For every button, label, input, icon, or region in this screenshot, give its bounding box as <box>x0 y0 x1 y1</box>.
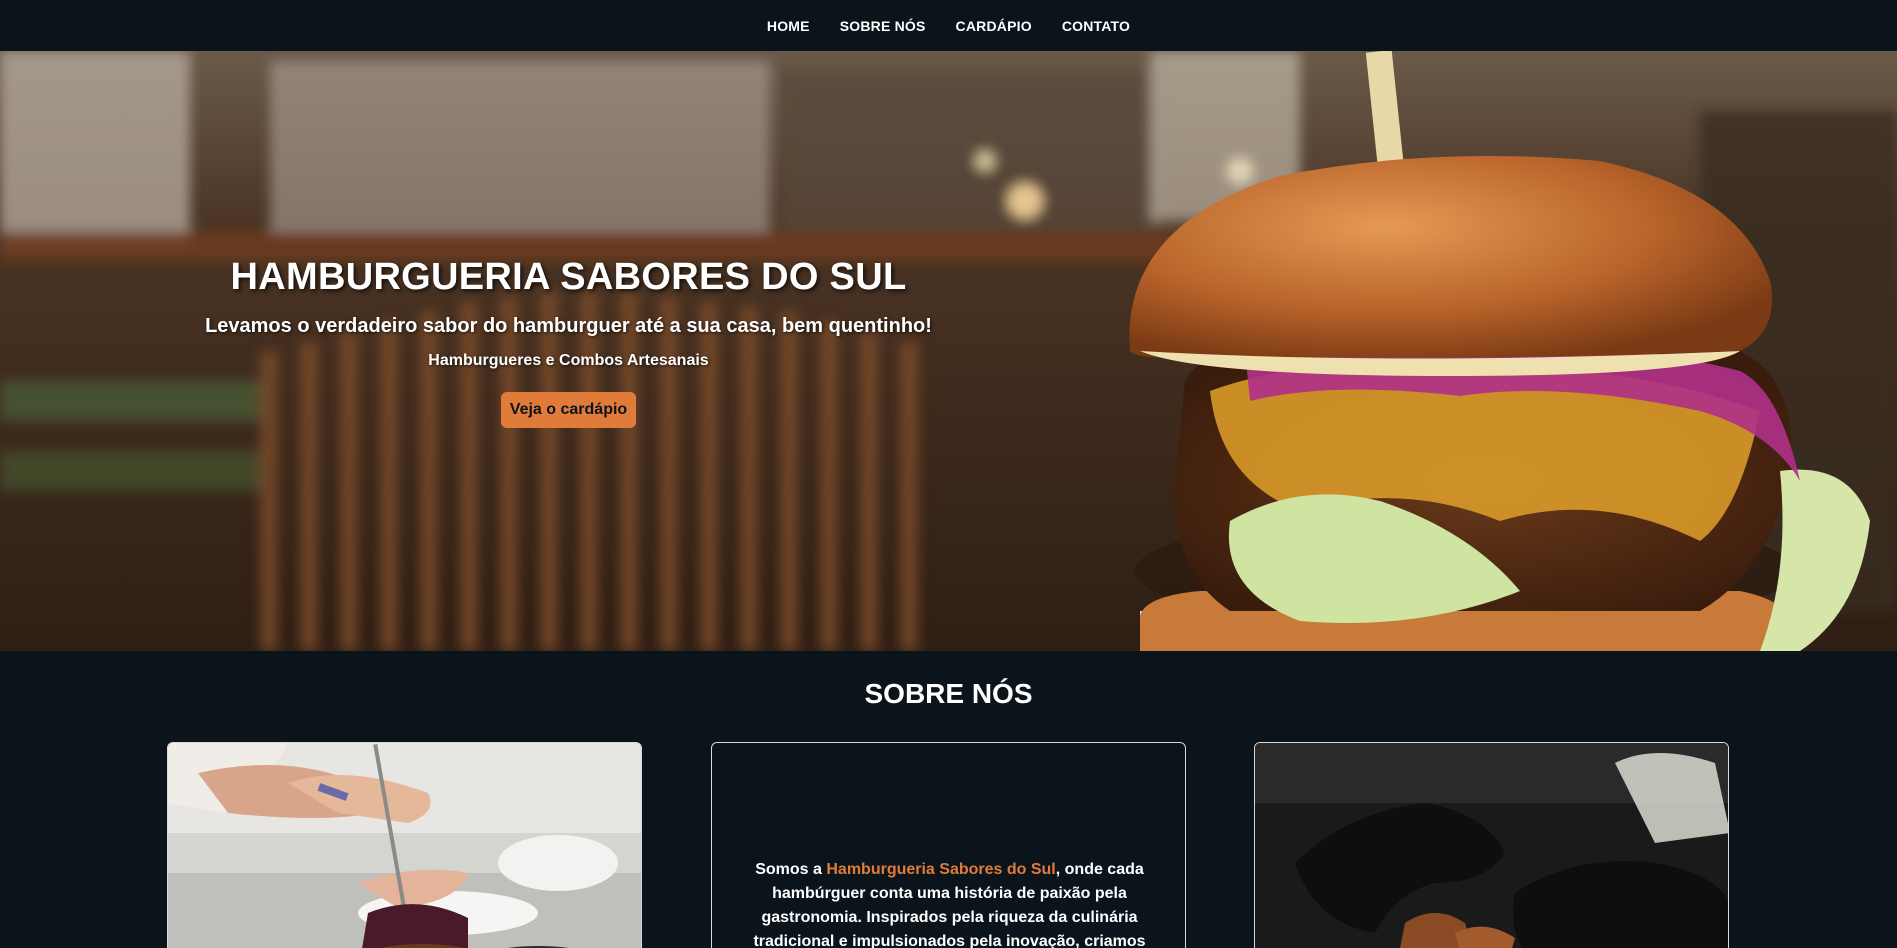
gloved-hands-photo <box>1255 743 1728 948</box>
hero-banner: HAMBURGUERIA SABORES DO SUL Levamos o ve… <box>0 51 1897 651</box>
about-text-card: Somos a Hamburgueria Sabores do Sul, ond… <box>711 742 1186 948</box>
nav-link-contato[interactable]: CONTATO <box>1062 18 1130 34</box>
hero-text-block: HAMBURGUERIA SABORES DO SUL Levamos o ve… <box>200 256 937 428</box>
nav-link-home[interactable]: HOME <box>767 18 810 34</box>
about-image-card-gloves <box>1254 742 1729 948</box>
view-menu-button[interactable]: Veja o cardápio <box>500 392 637 428</box>
hero-tagline: Hamburgueres e Combos Artesanais <box>428 352 709 369</box>
hero-title: HAMBURGUERIA SABORES DO SUL <box>230 256 907 298</box>
top-navigation: HOME SOBRE NÓS CARDÁPIO CONTATO <box>0 0 1897 51</box>
hero-subtitle: Levamos o verdadeiro sabor do hamburguer… <box>205 315 932 337</box>
nav-link-sobre-nos[interactable]: SOBRE NÓS <box>840 18 926 34</box>
brand-highlight: Hamburgueria Sabores do Sul <box>826 861 1056 878</box>
about-image-card-chef <box>167 742 642 948</box>
about-section-title: SOBRE NÓS <box>864 678 1033 709</box>
about-text-intro: Somos a <box>755 861 827 878</box>
about-description: Somos a Hamburgueria Sabores do Sul, ond… <box>742 858 1157 948</box>
chef-plating-photo <box>168 743 641 948</box>
nav-link-cardapio[interactable]: CARDÁPIO <box>956 18 1032 34</box>
